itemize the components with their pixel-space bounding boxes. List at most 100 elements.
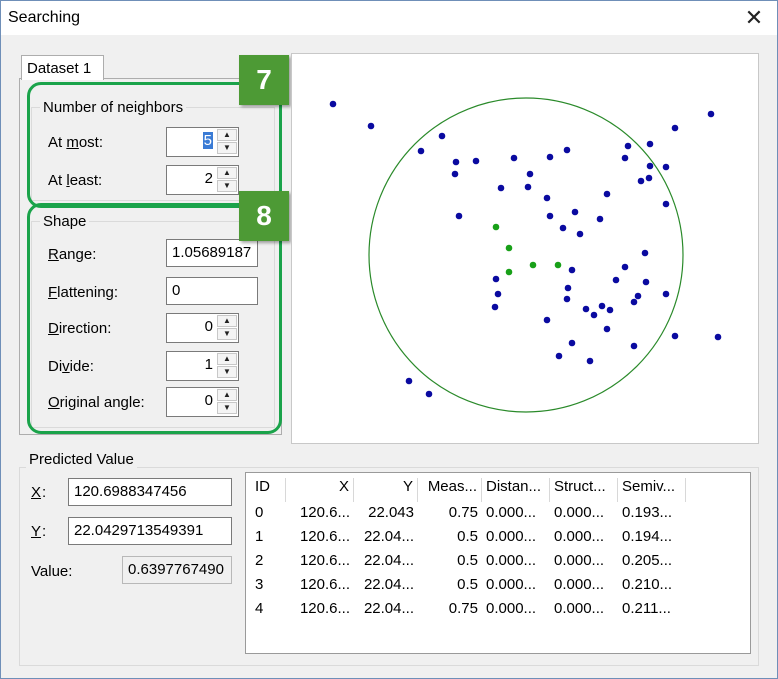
sample-point bbox=[586, 357, 594, 365]
table-cell: 120.6... bbox=[299, 576, 350, 593]
table-header-cell[interactable]: Y bbox=[354, 478, 418, 502]
sample-point bbox=[559, 224, 567, 232]
sample-point bbox=[645, 174, 653, 182]
sample-point bbox=[707, 110, 715, 118]
table-header-cell[interactable]: ID bbox=[251, 478, 286, 502]
table-cell: 0.000... bbox=[554, 552, 605, 569]
table-header-cell[interactable]: Distan... bbox=[482, 478, 550, 502]
table-cell: 120.6... bbox=[299, 504, 350, 521]
sample-point bbox=[491, 303, 499, 311]
tab-label: Dataset 1 bbox=[27, 60, 92, 77]
sample-point bbox=[630, 342, 638, 350]
sample-point bbox=[621, 154, 629, 162]
table-cell: 0.5 bbox=[457, 528, 478, 545]
sample-point bbox=[564, 284, 572, 292]
value-label: Value: bbox=[31, 563, 73, 580]
sample-point bbox=[662, 290, 670, 298]
sample-point bbox=[642, 278, 650, 286]
table-cell: 0.194... bbox=[622, 528, 673, 545]
sample-point bbox=[630, 298, 638, 306]
sample-point bbox=[646, 162, 654, 170]
sample-point bbox=[455, 212, 463, 220]
table-cell: 0.000... bbox=[486, 552, 537, 569]
sample-point bbox=[662, 163, 670, 171]
searching-dialog: Searching ✕ Dataset 1 Number of neighbor… bbox=[0, 0, 778, 679]
sample-point bbox=[603, 325, 611, 333]
sample-point bbox=[524, 183, 532, 191]
predicted-value-title: Predicted Value bbox=[26, 451, 137, 468]
table-cell: 0.000... bbox=[554, 576, 605, 593]
table-cell: 2 bbox=[255, 552, 264, 569]
sample-point bbox=[637, 177, 645, 185]
sample-point bbox=[543, 316, 551, 324]
sample-point bbox=[671, 332, 679, 340]
sample-point bbox=[641, 249, 649, 257]
plot-canvas bbox=[329, 97, 722, 413]
table-cell: 0.210... bbox=[622, 576, 673, 593]
sample-point bbox=[492, 275, 500, 283]
sample-point bbox=[329, 100, 337, 108]
table-header-cell[interactable]: Semiv... bbox=[618, 478, 686, 502]
sample-point bbox=[671, 124, 679, 132]
neighbors-table[interactable]: ID X Y Meas... Distan... Struct... Semiv... 0 1… bbox=[245, 472, 751, 654]
table-cell: 22.04... bbox=[363, 600, 414, 617]
x-field[interactable]: 120.6988347456 bbox=[68, 478, 232, 506]
table-row[interactable]: 2 120.6... 22.04... 0.5 0.000... 0.000... 0.20… bbox=[246, 552, 746, 576]
table-cell: 0.193... bbox=[622, 504, 673, 521]
title-bar: Searching ✕ bbox=[1, 1, 777, 35]
sample-point bbox=[596, 215, 604, 223]
sample-point bbox=[571, 208, 579, 216]
search-neighborhood-plot bbox=[291, 53, 759, 444]
table-row[interactable]: 3 120.6... 22.04... 0.5 0.000... 0.000... 0.21… bbox=[246, 576, 746, 600]
sample-point bbox=[405, 377, 413, 385]
sample-point bbox=[662, 200, 670, 208]
neighbor-point bbox=[554, 261, 562, 269]
sample-point bbox=[598, 302, 606, 310]
sample-point bbox=[590, 311, 598, 319]
table-cell: 120.6... bbox=[299, 552, 350, 569]
sample-point bbox=[646, 140, 654, 148]
neighbor-point bbox=[529, 261, 537, 269]
table-cell: 3 bbox=[255, 576, 264, 593]
y-label: Y bbox=[31, 523, 42, 540]
table-header-cell[interactable]: X bbox=[286, 478, 354, 502]
table-cell: 0.000... bbox=[554, 600, 605, 617]
table-cell: 0.205... bbox=[622, 552, 673, 569]
neighbor-point bbox=[505, 244, 513, 252]
sample-point bbox=[624, 142, 632, 150]
sample-point bbox=[563, 146, 571, 154]
tab-dataset-1[interactable]: Dataset 1 bbox=[21, 55, 104, 80]
table-header-cell[interactable]: Struct... bbox=[550, 478, 618, 502]
table-cell: 0.5 bbox=[457, 552, 478, 569]
x-label: X bbox=[31, 484, 42, 501]
table-row[interactable]: 1 120.6... 22.04... 0.5 0.000... 0.000... 0.19… bbox=[246, 528, 746, 552]
sample-point bbox=[417, 147, 425, 155]
close-icon[interactable]: ✕ bbox=[737, 3, 771, 33]
table-cell: 0 bbox=[255, 504, 264, 521]
table-cell: 1 bbox=[255, 528, 264, 545]
callout-badge-7: 7 bbox=[239, 55, 289, 105]
sample-point bbox=[568, 339, 576, 347]
table-cell: 0.75 bbox=[448, 600, 478, 617]
neighbor-point bbox=[492, 223, 500, 231]
table-header-cell[interactable]: Meas... bbox=[418, 478, 482, 502]
sample-point bbox=[621, 263, 629, 271]
sample-point bbox=[582, 305, 590, 313]
sample-point bbox=[425, 390, 433, 398]
table-row[interactable]: 0 120.6... 22.043 0.75 0.000... 0.000... 0.193… bbox=[246, 504, 746, 528]
sample-point bbox=[563, 295, 571, 303]
sample-point bbox=[526, 170, 534, 178]
y-field[interactable]: 22.0429713549391 bbox=[68, 517, 232, 545]
sample-point bbox=[438, 132, 446, 140]
value-field: 0.6397767490 bbox=[122, 556, 232, 584]
sample-point bbox=[603, 190, 611, 198]
sample-point bbox=[546, 212, 554, 220]
table-cell: 0.000... bbox=[486, 528, 537, 545]
table-cell: 0.000... bbox=[486, 576, 537, 593]
sample-point bbox=[494, 290, 502, 298]
sample-point bbox=[714, 333, 722, 341]
table-cell: 0.000... bbox=[554, 528, 605, 545]
table-row[interactable]: 4 120.6... 22.04... 0.75 0.000... 0.000... 0.2… bbox=[246, 600, 746, 624]
sample-point bbox=[497, 184, 505, 192]
neighbor-point bbox=[505, 268, 513, 276]
